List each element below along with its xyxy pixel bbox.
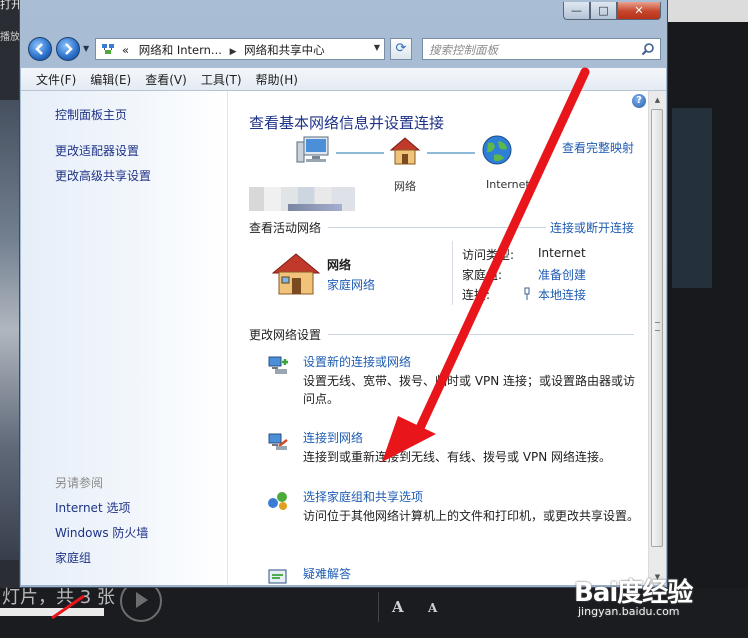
search-placeholder: 搜索控制面板 — [429, 43, 498, 57]
network-sharing-center-window: — □ ✕ ▼ « 网络和 Intern... ▶ 网络和共享中心 ▼ ⟳ 搜索… — [19, 0, 668, 588]
change-settings-heading: 更改网络设置 — [249, 328, 322, 342]
section-divider — [328, 227, 546, 228]
background-right-strip — [668, 0, 748, 638]
page-title: 查看基本网络信息并设置连接 — [249, 114, 445, 132]
details-separator — [452, 241, 453, 305]
watermark-logo: Bai度经验 — [574, 578, 693, 608]
minimize-button[interactable]: — — [563, 2, 590, 20]
network-type-link[interactable]: 家庭网络 — [327, 276, 375, 293]
content-area: 控制面板主页 更改适配器设置 更改高级共享设置 另请参阅 Internet 选项… — [21, 91, 666, 585]
homegroup-sharing-desc: 访问位于其他网络计算机上的文件和打印机，或更改共享设置。 — [303, 509, 640, 523]
back-button[interactable] — [28, 37, 52, 61]
background-side-text: 播放 — [0, 32, 20, 43]
menu-tools[interactable]: 工具(T) — [194, 71, 249, 88]
breadcrumb-sharing-center[interactable]: 网络和共享中心 — [244, 43, 325, 57]
homegroup-sharing-icon — [268, 492, 287, 510]
maximize-button[interactable]: □ — [590, 2, 617, 20]
search-icon[interactable] — [641, 42, 655, 56]
scrollbar-thumb[interactable] — [651, 109, 663, 547]
menu-view[interactable]: 查看(V) — [138, 71, 194, 88]
menu-edit[interactable]: 编辑(E) — [83, 71, 138, 88]
search-input[interactable]: 搜索控制面板 — [422, 38, 661, 60]
refresh-icon: ⟳ — [395, 41, 407, 56]
address-bar[interactable]: « 网络和 Intern... ▶ 网络和共享中心 ▼ — [95, 38, 385, 60]
left-task-pane: 控制面板主页 更改适配器设置 更改高级共享设置 另请参阅 Internet 选项… — [21, 91, 228, 585]
connect-to-network-link[interactable]: 连接到网络 — [303, 429, 363, 446]
help-icon[interactable]: ? — [632, 94, 646, 108]
forward-arrow-icon — [65, 43, 73, 55]
network-house-icon[interactable] — [388, 135, 422, 167]
connect-network-icon — [268, 433, 288, 450]
access-type-label: 访问类型: — [462, 248, 515, 262]
background-right-panel — [672, 108, 712, 288]
breadcrumb-chevron-icon[interactable]: ▶ — [230, 47, 237, 57]
caption-buttons: — □ ✕ — [563, 2, 661, 20]
setup-connection-desc: 设置无线、宽带、拨号、临时或 VPN 连接；或设置路由器或访问点。 — [303, 374, 636, 406]
home-network-icon — [271, 253, 321, 295]
see-also-heading: 另请参阅 — [55, 476, 104, 490]
troubleshoot-link[interactable]: 疑难解答 — [303, 565, 351, 582]
internet-globe-icon[interactable] — [480, 133, 514, 167]
menu-bar: 文件(F) 编辑(E) 查看(V) 工具(T) 帮助(H) — [21, 68, 666, 91]
font-increase-button[interactable]: A — [392, 598, 404, 616]
troubleshoot-icon — [268, 569, 287, 584]
setup-connection-icon — [268, 356, 288, 374]
font-decrease-button[interactable]: A — [428, 601, 437, 615]
section-divider — [328, 334, 634, 335]
breadcrumb-overflow[interactable]: « — [122, 43, 129, 57]
computer-name-redacted-mark — [288, 204, 342, 211]
forward-button[interactable] — [56, 37, 80, 61]
scrollbar-grip — [655, 322, 660, 331]
windows-firewall-link[interactable]: Windows 防火墙 — [55, 524, 148, 541]
menu-file[interactable]: 文件(F) — [29, 71, 83, 88]
breadcrumb: « 网络和 Intern... ▶ 网络和共享中心 — [122, 42, 325, 58]
vertical-scrollbar[interactable]: ▲ ▼ — [648, 91, 666, 585]
refresh-button[interactable]: ⟳ — [390, 38, 412, 60]
network-folder-icon — [102, 44, 114, 54]
access-type-value: Internet — [538, 246, 586, 260]
connect-disconnect-link[interactable]: 连接或断开连接 — [550, 219, 634, 236]
computer-icon — [296, 136, 329, 163]
background-right-top — [668, 0, 748, 22]
setup-connection-link[interactable]: 设置新的连接或网络 — [303, 353, 411, 370]
change-adapter-settings-link[interactable]: 更改适配器设置 — [55, 142, 139, 159]
address-dropdown-icon[interactable]: ▼ — [374, 43, 380, 52]
homegroup-link[interactable]: 家庭组 — [55, 549, 91, 566]
menu-help[interactable]: 帮助(H) — [249, 71, 305, 88]
network-name: 网络 — [327, 258, 352, 272]
back-arrow-icon — [35, 43, 43, 55]
watermark-url: jingyan.baidu.com — [578, 605, 680, 618]
breadcrumb-network-internet[interactable]: 网络和 Intern... — [139, 43, 222, 57]
internet-options-link[interactable]: Internet 选项 — [55, 499, 130, 516]
player-progress-bar[interactable] — [0, 608, 104, 616]
close-button[interactable]: ✕ — [617, 2, 661, 20]
map-connector-line — [427, 152, 475, 154]
view-full-map-link[interactable]: 查看完整映射 — [562, 139, 634, 156]
map-internet-label: Internet — [486, 178, 530, 191]
homegroup-sharing-link[interactable]: 选择家庭组和共享选项 — [303, 488, 423, 505]
player-divider — [378, 592, 379, 622]
baidu-jingyan-watermark: Bai度经验 jingyan.baidu.com — [574, 572, 693, 618]
scroll-up-arrow-icon[interactable]: ▲ — [649, 91, 666, 108]
homegroup-label: 家庭组: — [462, 268, 503, 282]
recent-pages-dropdown[interactable]: ▼ — [83, 44, 89, 53]
connect-to-network-desc: 连接到或重新连接到无线、有线、拨号或 VPN 网络连接。 — [303, 450, 612, 464]
map-network-label: 网络 — [394, 180, 416, 193]
active-networks-heading: 查看活动网络 — [249, 221, 322, 235]
ethernet-icon — [524, 287, 530, 300]
navigation-bar: ▼ « 网络和 Intern... ▶ 网络和共享中心 ▼ ⟳ 搜索控制面板 — [20, 36, 667, 64]
change-advanced-sharing-link[interactable]: 更改高级共享设置 — [55, 167, 151, 184]
local-connection-link[interactable]: 本地连接 — [538, 286, 586, 303]
connections-label: 连接: — [462, 288, 491, 302]
map-connector-line — [336, 152, 384, 154]
homegroup-ready-link[interactable]: 准备创建 — [538, 266, 586, 283]
control-panel-home-link[interactable]: 控制面板主页 — [55, 106, 127, 123]
main-pane: ? 查看基本网络信息并设置连接 查看完整映射 网络 Internet 查看活动网… — [228, 91, 648, 585]
